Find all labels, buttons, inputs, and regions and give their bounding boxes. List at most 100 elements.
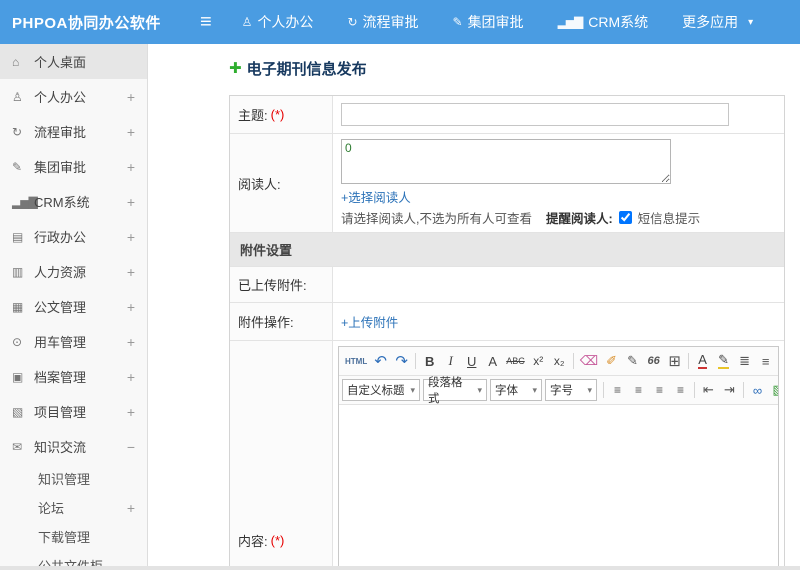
uploaded-attachments-label: 已上传附件:	[230, 267, 333, 302]
process-icon: ↻	[347, 15, 357, 29]
sidebar-subitem-forum[interactable]: 论坛 +	[0, 493, 147, 522]
font-color-button[interactable]: A	[692, 350, 713, 372]
expand-plus-icon[interactable]: +	[123, 229, 135, 245]
collapse-minus-icon[interactable]: −	[123, 439, 135, 455]
upload-attachment-link[interactable]: +上传附件	[341, 312, 398, 331]
align-justify-button[interactable]: ≡	[670, 379, 691, 401]
briefcase-icon: ▧	[12, 404, 23, 419]
insert-table-button[interactable]: ⊞	[664, 350, 685, 372]
font-family-select[interactable]: 字体 ▾	[490, 379, 542, 401]
redo-button[interactable]: ↷	[391, 350, 412, 372]
custom-heading-select[interactable]: 自定义标题 ▾	[342, 379, 420, 401]
subject-input[interactable]	[341, 103, 729, 126]
undo-button[interactable]: ↶	[370, 350, 391, 372]
paragraph-format-select[interactable]: 段落格式 ▾	[423, 377, 487, 404]
editor-content-area[interactable]	[339, 405, 778, 566]
sidebar-item-project-mgmt[interactable]: ▧ 项目管理 +	[0, 394, 147, 429]
person-icon: ♙	[12, 89, 23, 104]
sidebar-subitem-public-file-cabinet[interactable]: 公共文件柜	[0, 551, 147, 566]
font-style-button[interactable]: A	[482, 350, 503, 372]
pen-button[interactable]: ✎	[622, 350, 643, 372]
ordered-list-button[interactable]: ≣	[734, 350, 755, 372]
sms-notify-checkbox[interactable]	[618, 211, 632, 224]
sidebar-item-knowledge-exchange[interactable]: ✉ 知识交流 −	[0, 429, 147, 464]
readers-row: 阅读人: 0 +选择阅读人 请选择阅读人,不选为所有人可查看 提醒阅读人: 短信…	[230, 134, 784, 233]
horizontal-scrollbar[interactable]	[0, 566, 800, 570]
content-row: 内容: (*) HTML ↶ ↷ B I U A ABC x² x₂ ⌫ ✐ ✎…	[230, 341, 784, 566]
toolbar-separator	[415, 353, 417, 369]
highlight-color-button[interactable]: ✎	[713, 350, 734, 372]
expand-plus-icon[interactable]: +	[123, 299, 135, 315]
expand-plus-icon[interactable]: +	[123, 194, 135, 210]
blockquote-button[interactable]: 66	[643, 350, 664, 372]
sidebar-item-personal-office[interactable]: ♙ 个人办公 +	[0, 79, 147, 114]
attachment-ops-label: 附件操作:	[230, 303, 333, 340]
chevron-down-icon: ▾	[532, 384, 537, 395]
italic-button[interactable]: I	[440, 350, 461, 372]
nav-workflow-approval[interactable]: ↻ 流程审批	[347, 12, 418, 32]
expand-plus-icon[interactable]: +	[123, 89, 135, 105]
unordered-list-button[interactable]: ≡	[755, 350, 776, 372]
sidebar-subitem-knowledge-mgmt[interactable]: 知识管理	[0, 464, 147, 493]
nav-more-apps[interactable]: 更多应用 ▾	[682, 12, 753, 32]
insert-image-button[interactable]: ▧	[768, 379, 778, 401]
superscript-button[interactable]: x²	[528, 350, 549, 372]
expand-plus-icon[interactable]: +	[123, 334, 135, 350]
page-title-row: ✚ 电子期刊信息发布	[229, 58, 800, 79]
align-right-button[interactable]: ≡	[649, 379, 670, 401]
sidebar-item-vehicle-mgmt[interactable]: ⊙ 用车管理 +	[0, 324, 147, 359]
select-readers-link[interactable]: +选择阅读人	[341, 187, 411, 206]
align-center-button[interactable]: ≡	[628, 379, 649, 401]
sms-notify-label: 短信息提示	[637, 212, 701, 226]
nav-label: 更多应用	[682, 14, 739, 30]
sidebar-item-workflow-approval[interactable]: ↻ 流程审批 +	[0, 114, 147, 149]
expand-plus-icon[interactable]: +	[123, 159, 135, 175]
required-mark: (*)	[270, 107, 285, 122]
sidebar-subitem-download-mgmt[interactable]: 下载管理	[0, 522, 147, 551]
top-nav: ♙ 个人办公 ↻ 流程审批 ✎ 集团审批 ▂▅▇ CRM系统 更多应用 ▾	[242, 12, 754, 32]
expand-plus-icon[interactable]: +	[123, 404, 135, 420]
insert-link-button[interactable]: ∞	[747, 379, 768, 401]
bold-button[interactable]: B	[419, 350, 440, 372]
format-brush-button[interactable]: ✐	[601, 350, 622, 372]
indent-button[interactable]: ⇥	[719, 379, 740, 401]
app-title[interactable]: PHPOA协同办公软件	[0, 12, 200, 33]
remove-format-button[interactable]: ⌫	[577, 350, 601, 372]
sidebar-item-admin-office[interactable]: ▤ 行政办公 +	[0, 219, 147, 254]
nav-group-approval[interactable]: ✎ 集团审批	[453, 12, 524, 32]
expand-plus-icon[interactable]: +	[123, 124, 135, 140]
nav-personal-office[interactable]: ♙ 个人办公	[242, 12, 314, 32]
home-icon: ⌂	[12, 54, 19, 69]
hamburger-menu-icon[interactable]: ≡	[200, 12, 212, 32]
strikethrough-button[interactable]: ABC	[503, 350, 528, 372]
add-icon: ✚	[229, 60, 242, 77]
outdent-button[interactable]: ⇤	[698, 379, 719, 401]
sidebar-item-document-mgmt[interactable]: ▦ 公文管理 +	[0, 289, 147, 324]
top-header: PHPOA协同办公软件 ≡ ♙ 个人办公 ↻ 流程审批 ✎ 集团审批 ▂▅▇ C…	[0, 0, 800, 44]
person-icon: ♙	[241, 15, 253, 29]
expand-plus-icon[interactable]: +	[123, 264, 135, 280]
app-window: PHPOA协同办公软件 ≡ ♙ 个人办公 ↻ 流程审批 ✎ 集团审批 ▂▅▇ C…	[0, 0, 800, 570]
sidebar-item-crm-system[interactable]: ▂▅▇ CRM系统 +	[0, 184, 147, 219]
sidebar-item-group-approval[interactable]: ✎ 集团审批 +	[0, 149, 147, 184]
font-size-select[interactable]: 字号 ▾	[545, 379, 597, 401]
html-source-button[interactable]: HTML	[342, 350, 370, 372]
align-left-button[interactable]: ≡	[607, 379, 628, 401]
toolbar-separator	[572, 353, 574, 369]
uploaded-attachments-cell	[333, 267, 784, 302]
sidebar-item-archives-mgmt[interactable]: ▣ 档案管理 +	[0, 359, 147, 394]
sidebar-item-personal-desktop[interactable]: ⌂ 个人桌面	[0, 44, 147, 79]
publish-form: 主题: (*) 阅读人: 0 +选择阅读人 请选择阅读人,不选为所有人可查看 提…	[229, 95, 785, 566]
readers-textarea[interactable]: 0	[341, 139, 671, 184]
subject-field-cell	[333, 96, 784, 133]
content-field-cell: HTML ↶ ↷ B I U A ABC x² x₂ ⌫ ✐ ✎ 66 ⊞ A …	[333, 341, 784, 566]
sidebar-item-hr[interactable]: ▥ 人力资源 +	[0, 254, 147, 289]
attachment-ops-row: 附件操作: +上传附件	[230, 303, 784, 341]
nav-crm-system[interactable]: ▂▅▇ CRM系统	[558, 12, 649, 32]
expand-plus-icon[interactable]: +	[123, 500, 135, 516]
underline-button[interactable]: U	[461, 350, 482, 372]
expand-plus-icon[interactable]: +	[123, 369, 135, 385]
nav-label: 集团审批	[467, 14, 524, 30]
subscript-button[interactable]: x₂	[549, 350, 570, 372]
required-mark: (*)	[270, 533, 285, 548]
